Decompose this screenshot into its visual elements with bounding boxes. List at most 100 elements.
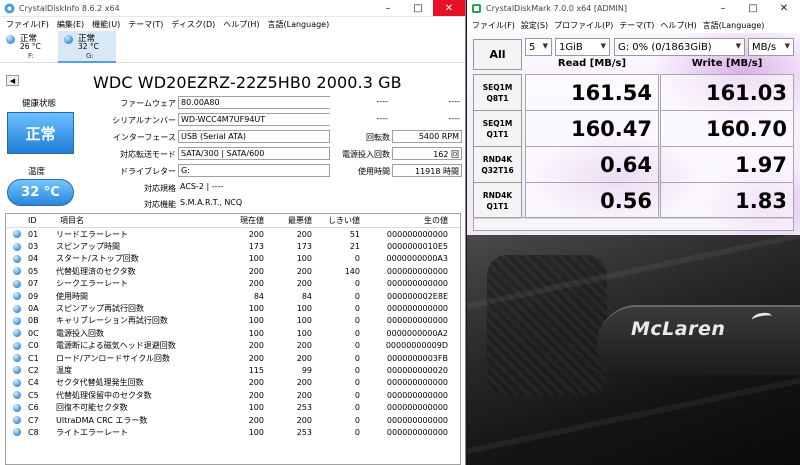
cdm-menu-help[interactable]: ヘルプ(H) bbox=[657, 20, 699, 31]
attribute-raw: 0000000003FB bbox=[387, 353, 448, 363]
health-status-icon bbox=[6, 35, 15, 44]
table-row[interactable]: 0C 電源投入回数 100 100 0 0000000000A2 bbox=[6, 327, 460, 339]
col-worst[interactable]: 最悪値 bbox=[264, 215, 312, 226]
maximize-icon[interactable]: □ bbox=[403, 0, 433, 16]
col-threshold[interactable]: しきい値 bbox=[312, 215, 360, 226]
table-row[interactable]: 07 シークエラーレート 200 200 0 000000000000 bbox=[6, 278, 460, 290]
cdm-window-title: CrystalDiskMark 7.0.0 x64 [ADMIN] bbox=[486, 4, 627, 13]
attribute-worst: 253 bbox=[296, 403, 312, 413]
info-row-letter: ドライブレター G: 使用時間 11918 時間 bbox=[0, 164, 465, 179]
table-row[interactable]: C1 ロード/アンロードサイクル回数 200 200 0 0000000003FB bbox=[6, 352, 460, 364]
cdi-menu-file[interactable]: ファイル(F) bbox=[2, 19, 53, 30]
run-all-button[interactable]: All bbox=[473, 39, 522, 70]
cdi-window-title: CrystalDiskInfo 8.6.2 x64 bbox=[19, 3, 120, 13]
transfer-label: 対応転送モード bbox=[120, 150, 176, 159]
disk-tab-g[interactable]: 正常 32 °C G: bbox=[58, 31, 116, 63]
cdi-menu-edit[interactable]: 編集(E) bbox=[53, 19, 88, 30]
maximize-icon[interactable]: □ bbox=[738, 0, 768, 17]
attribute-raw: 000000000000 bbox=[386, 403, 448, 413]
cdm-menu-settings[interactable]: 設定(S) bbox=[518, 20, 551, 31]
attribute-id: C1 bbox=[28, 353, 39, 363]
minimize-icon[interactable]: – bbox=[708, 0, 738, 17]
attribute-status-icon bbox=[6, 378, 28, 387]
attribute-id: C5 bbox=[28, 390, 39, 400]
test-size-select[interactable]: 1GiB ▼ bbox=[555, 38, 610, 56]
table-row[interactable]: 03 スピンアップ時間 173 173 21 0000000010E5 bbox=[6, 240, 460, 252]
minimize-icon[interactable]: – bbox=[373, 0, 403, 16]
attribute-worst: 100 bbox=[296, 316, 312, 326]
table-row[interactable]: 09 使用時間 84 84 0 000000002E8E bbox=[6, 290, 460, 302]
cdm-menu-file[interactable]: ファイル(F) bbox=[469, 20, 518, 31]
table-row[interactable]: 01 リードエラーレート 200 200 51 000000000000 bbox=[6, 228, 460, 240]
col-id[interactable]: ID bbox=[28, 216, 56, 225]
table-row[interactable]: C2 温度 115 99 0 000000000020 bbox=[6, 364, 460, 376]
cdi-menu-disk[interactable]: ディスク(D) bbox=[167, 19, 219, 30]
attribute-id: C8 bbox=[28, 427, 39, 437]
col-name[interactable]: 項目名 bbox=[56, 215, 222, 226]
attribute-id: 04 bbox=[28, 254, 39, 264]
cdm-titlebar[interactable]: CrystalDiskMark 7.0.0 x64 [ADMIN] – □ ✕ bbox=[467, 0, 800, 17]
attribute-raw: 000000000020 bbox=[386, 365, 448, 375]
test-name: SEQ1M bbox=[482, 82, 513, 92]
test-button-0[interactable]: SEQ1M Q8T1 bbox=[473, 74, 522, 111]
attribute-current: 100 bbox=[248, 304, 264, 314]
attribute-status-icon bbox=[6, 329, 28, 338]
cdm-comment-field[interactable] bbox=[473, 217, 794, 231]
table-row[interactable]: 05 代替処理済のセクタ数 200 200 140 000000000000 bbox=[6, 265, 460, 277]
cdi-menu-theme[interactable]: テーマ(T) bbox=[124, 19, 167, 30]
cdm-app-icon bbox=[471, 3, 482, 14]
test-button-1[interactable]: SEQ1M Q1T1 bbox=[473, 110, 522, 147]
attribute-threshold: 0 bbox=[354, 316, 360, 326]
smart-table-header: ID 項目名 現在値 最悪値 しきい値 生の値 bbox=[6, 214, 460, 228]
wallpaper-grille bbox=[487, 255, 607, 395]
test-button-2[interactable]: RND4K Q32T16 bbox=[473, 146, 522, 183]
cdi-menu-function[interactable]: 機能(U) bbox=[88, 19, 124, 30]
attribute-current: 200 bbox=[248, 353, 264, 363]
info-right2-b: ---- bbox=[392, 113, 462, 126]
attribute-name: 代替処理保留中のセクタ数 bbox=[56, 390, 152, 400]
cdi-menu-help[interactable]: ヘルプ(H) bbox=[219, 19, 263, 30]
attribute-name: セクタ代替処理発生回数 bbox=[56, 378, 144, 388]
drive-letter-label: ドライブレター bbox=[120, 167, 176, 176]
cdm-menu-profile[interactable]: プロファイル(P) bbox=[551, 20, 616, 31]
info-row-standard: 対応規格 ACS-2 | ---- bbox=[0, 181, 465, 196]
attribute-raw: 000000000000 bbox=[386, 279, 448, 289]
test-button-3[interactable]: RND4K Q1T1 bbox=[473, 182, 522, 219]
col-raw[interactable]: 生の値 bbox=[360, 215, 450, 226]
info-row-transfer: 対応転送モード SATA/300 | SATA/600 電源投入回数 162 回 bbox=[0, 147, 465, 162]
chevron-down-icon: ▼ bbox=[735, 42, 741, 50]
info-right1-b: ---- bbox=[392, 96, 462, 109]
prev-disk-arrow-icon[interactable]: ◀ bbox=[6, 75, 19, 86]
table-row[interactable]: C6 回復不可能セクタ数 100 253 0 000000000000 bbox=[6, 401, 460, 413]
test-count-select[interactable]: 5 ▼ bbox=[525, 38, 552, 56]
col-current[interactable]: 現在値 bbox=[222, 215, 264, 226]
attribute-worst: 173 bbox=[296, 242, 312, 252]
cdi-app-icon bbox=[4, 3, 15, 14]
table-row[interactable]: 0A スピンアップ再試行回数 100 100 0 000000000000 bbox=[6, 302, 460, 314]
interface-value: USB (Serial ATA) bbox=[178, 130, 330, 143]
cdi-titlebar[interactable]: CrystalDiskInfo 8.6.2 x64 – □ ✕ bbox=[0, 0, 465, 17]
disk-tab-drive: F: bbox=[28, 52, 34, 60]
disk-tab-f[interactable]: 正常 26 °C F: bbox=[0, 31, 58, 63]
smart-table[interactable]: ID 項目名 現在値 最悪値 しきい値 生の値 01 リードエラーレート 200 20… bbox=[5, 213, 461, 465]
table-row[interactable]: C7 UltraDMA CRC エラー数 200 200 0 000000000000 bbox=[6, 414, 460, 426]
attribute-name: 代替処理済のセクタ数 bbox=[56, 266, 136, 276]
target-drive-select[interactable]: G: 0% (0/1863GiB) ▼ bbox=[614, 38, 745, 56]
table-row[interactable]: 0B キャリブレーション再試行回数 100 100 0 000000000000 bbox=[6, 315, 460, 327]
close-icon[interactable]: ✕ bbox=[433, 0, 465, 16]
chevron-down-icon: ▼ bbox=[542, 42, 548, 50]
cdm-menu-language[interactable]: 言語(Language) bbox=[700, 20, 768, 31]
table-row[interactable]: C0 電源断による磁気ヘッド退避回数 200 200 0 00000000009D bbox=[6, 340, 460, 352]
table-row[interactable]: C5 代替処理保留中のセクタ数 200 200 0 000000000000 bbox=[6, 389, 460, 401]
attribute-worst: 100 bbox=[296, 304, 312, 314]
attribute-id: 0C bbox=[28, 328, 39, 338]
table-row[interactable]: 04 スタート/ストップ回数 100 100 0 0000000000A3 bbox=[6, 253, 460, 265]
table-row[interactable]: C4 セクタ代替処理発生回数 200 200 0 000000000000 bbox=[6, 377, 460, 389]
table-row[interactable]: C8 ライトエラーレート 100 253 0 000000000000 bbox=[6, 426, 460, 438]
cdi-menu-language[interactable]: 言語(Language) bbox=[264, 19, 334, 30]
cdm-menu-theme[interactable]: テーマ(T) bbox=[616, 20, 657, 31]
attribute-name: スピンアップ再試行回数 bbox=[56, 304, 144, 314]
poweron-count-label: 電源投入回数 bbox=[342, 150, 390, 159]
unit-select[interactable]: MB/s ▼ bbox=[748, 38, 794, 56]
close-icon[interactable]: ✕ bbox=[768, 0, 800, 17]
